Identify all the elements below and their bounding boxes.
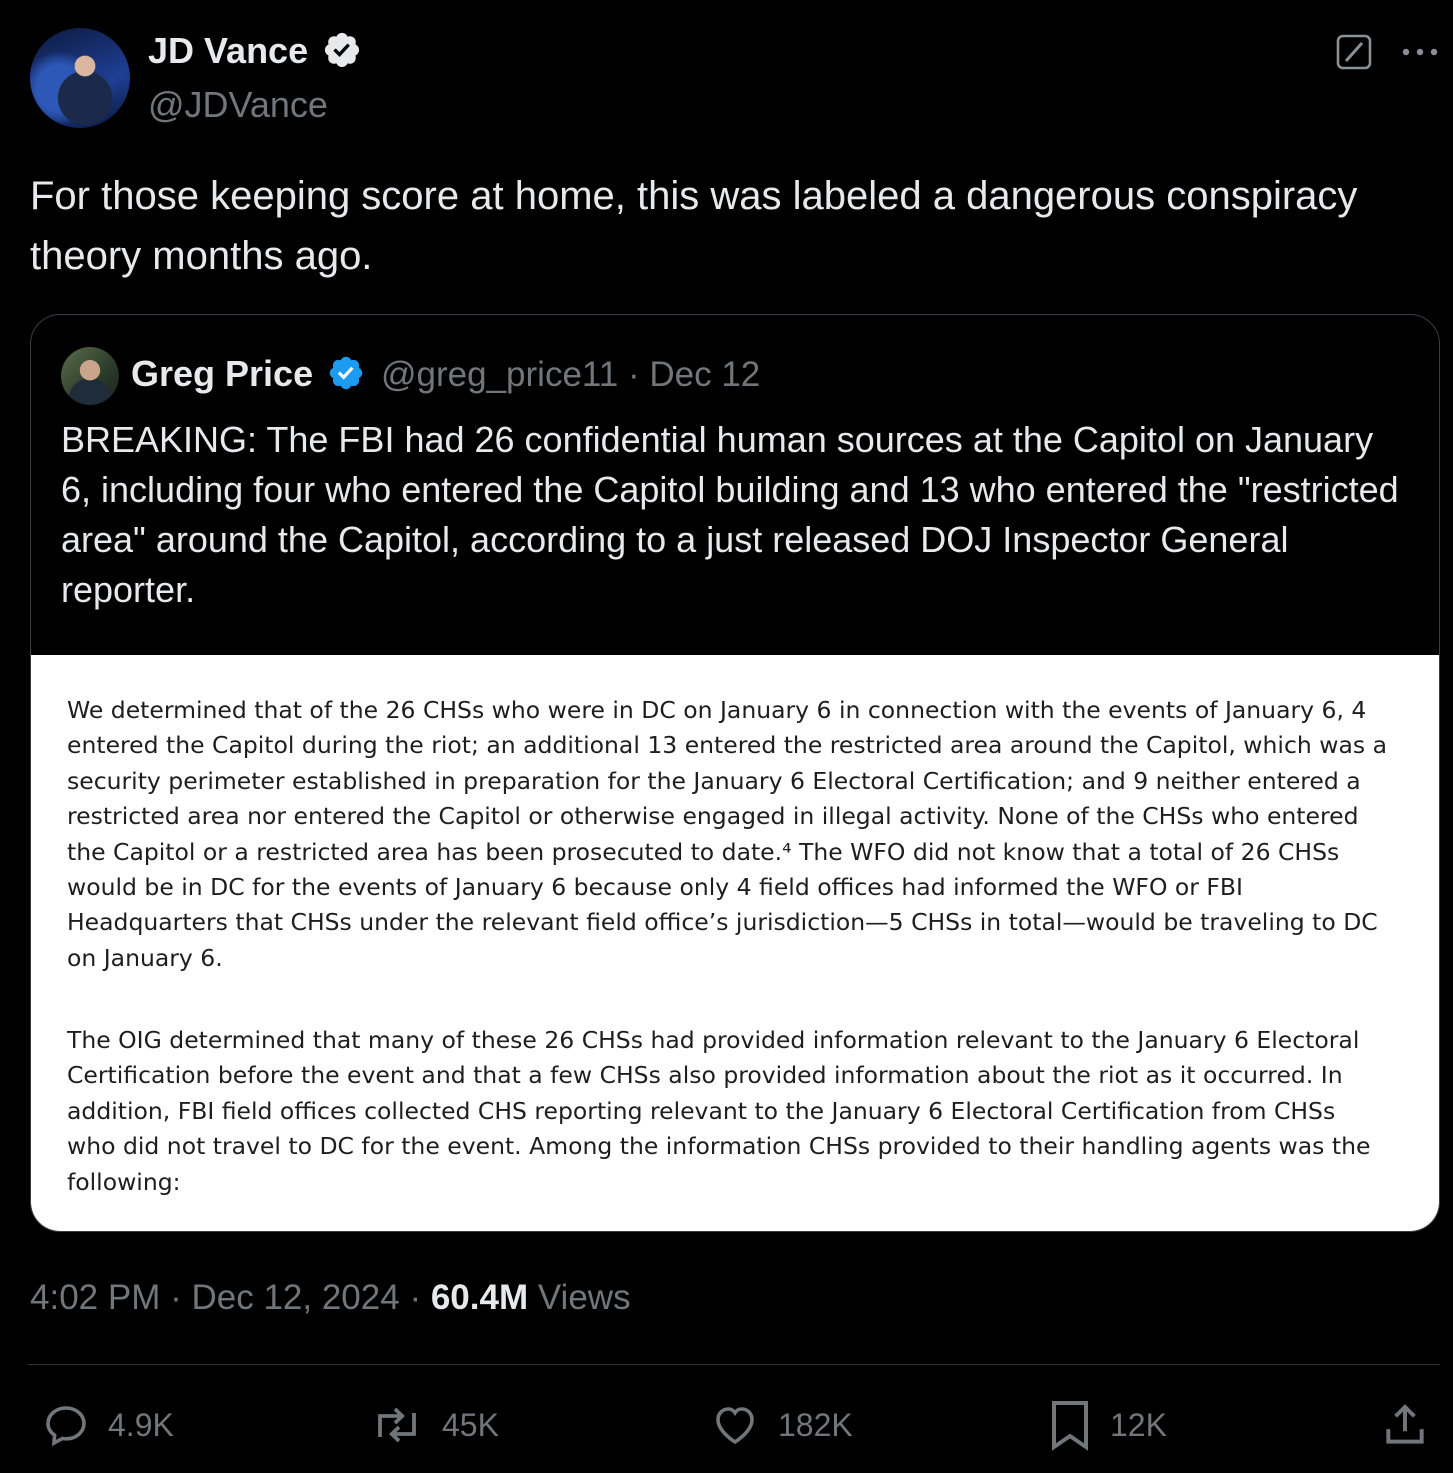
quoted-tweet-text: BREAKING: The FBI had 26 confidential hu… bbox=[61, 419, 1399, 610]
bookmark-button[interactable]: 12K bbox=[1048, 1400, 1167, 1451]
tweet-text: For those keeping score at home, this wa… bbox=[30, 174, 1358, 278]
author-name-row[interactable]: JD Vance bbox=[148, 30, 362, 72]
divider bbox=[28, 1364, 1440, 1365]
like-icon bbox=[716, 1407, 754, 1445]
quoted-meta: @greg_price11 · Dec 12 bbox=[381, 355, 760, 395]
grok-icon[interactable] bbox=[1336, 34, 1372, 70]
reply-count: 4.9K bbox=[108, 1406, 174, 1443]
tweet-time[interactable]: 4:02 PM bbox=[30, 1278, 160, 1317]
reply-icon bbox=[46, 1406, 86, 1447]
document-paragraph-1: We determined that of the 26 CHSs who we… bbox=[67, 696, 1387, 972]
tweet-date[interactable]: Dec 12, 2024 bbox=[191, 1278, 399, 1317]
meta-separator: · bbox=[627, 355, 640, 394]
verified-badge-icon bbox=[329, 357, 363, 390]
reply-button[interactable]: 4.9K bbox=[42, 1400, 174, 1450]
views-count: 60.4M bbox=[430, 1278, 529, 1317]
author-avatar[interactable] bbox=[30, 28, 130, 128]
quoted-tweet[interactable]: Greg Price @greg_price11 · Dec 12 BREAKI… bbox=[30, 314, 1440, 1232]
quoted-author-handle[interactable]: @greg_price11 bbox=[381, 355, 618, 394]
bookmark-icon bbox=[1052, 1401, 1088, 1451]
views-label: Views bbox=[537, 1278, 631, 1317]
tweet-timestamp: 4:02 PM · Dec 12, 2024 · 60.4M Views bbox=[30, 1278, 631, 1318]
repost-icon bbox=[378, 1407, 416, 1443]
meta-separator: · bbox=[170, 1278, 182, 1317]
repost-button[interactable]: 45K bbox=[370, 1400, 499, 1450]
author-name[interactable]: JD Vance bbox=[148, 30, 308, 71]
share-button[interactable] bbox=[1380, 1400, 1448, 1450]
like-button[interactable]: 182K bbox=[710, 1400, 853, 1450]
more-icon[interactable] bbox=[1398, 34, 1442, 70]
bookmark-count: 12K bbox=[1110, 1406, 1167, 1443]
like-count: 182K bbox=[778, 1406, 853, 1443]
meta-separator: · bbox=[409, 1278, 422, 1317]
quoted-date[interactable]: Dec 12 bbox=[649, 355, 760, 394]
document-paragraph-2: The OIG determined that many of these 26… bbox=[67, 1026, 1371, 1196]
verified-badge-icon bbox=[325, 33, 360, 68]
repost-count: 45K bbox=[442, 1406, 499, 1443]
author-handle[interactable]: @JDVance bbox=[148, 84, 328, 126]
quoted-author-avatar[interactable] bbox=[61, 347, 119, 405]
quoted-name-row[interactable]: Greg Price bbox=[131, 353, 365, 395]
share-icon bbox=[1386, 1404, 1424, 1444]
quoted-author-name[interactable]: Greg Price bbox=[131, 353, 313, 394]
quoted-document-image[interactable]: We determined that of the 26 CHSs who we… bbox=[31, 655, 1439, 1231]
